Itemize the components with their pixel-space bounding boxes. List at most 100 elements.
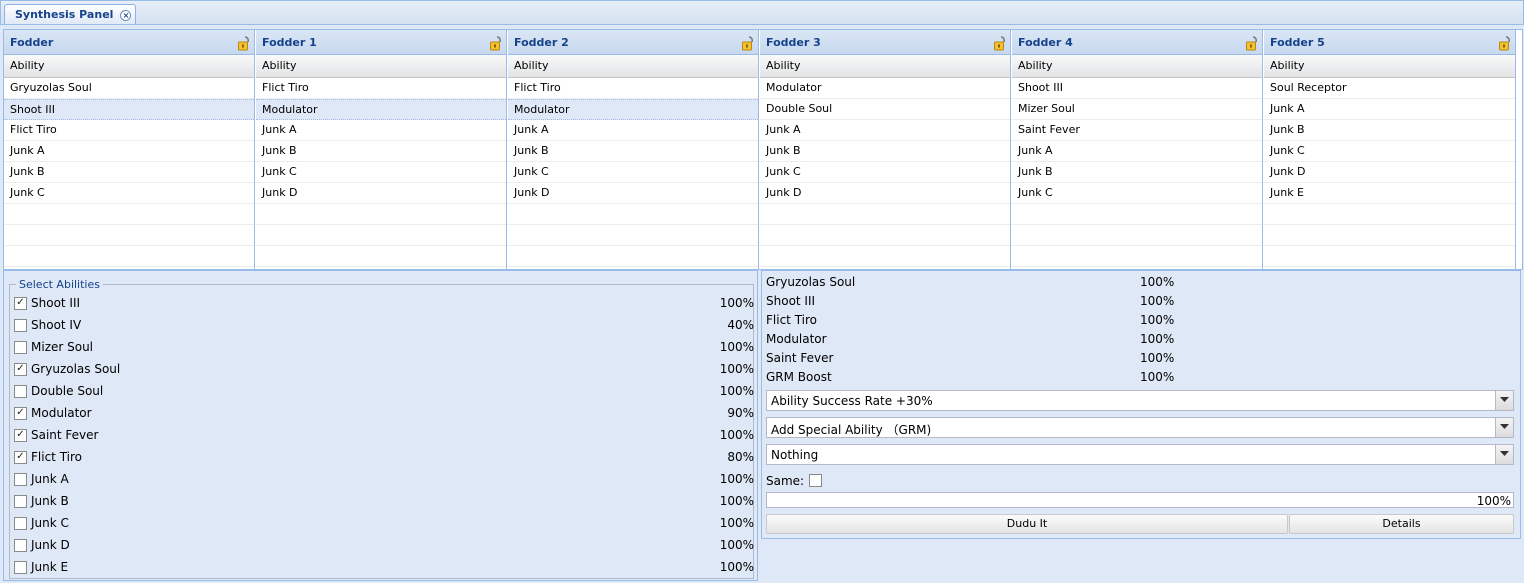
grid-title: Fodder 3 — [760, 30, 1010, 55]
grid-row[interactable]: Junk C — [256, 162, 506, 183]
dudu-it-button[interactable]: Dudu It — [766, 514, 1288, 534]
ability-option[interactable]: Junk E 100% — [14, 558, 754, 578]
grid-row-empty — [4, 225, 254, 246]
ability-checkbox[interactable]: ✓ — [14, 297, 27, 310]
grid-row[interactable]: Junk C — [1012, 183, 1262, 204]
details-button[interactable]: Details — [1289, 514, 1514, 534]
ability-percent: 100% — [719, 362, 754, 376]
grid-row[interactable]: Junk A — [760, 120, 1010, 141]
lock-icon[interactable] — [742, 35, 754, 51]
grid-row[interactable]: Mizer Soul — [1012, 99, 1262, 120]
lock-icon[interactable] — [1246, 35, 1258, 51]
grid-row[interactable]: Junk B — [1264, 120, 1515, 141]
ability-option[interactable]: ✓ Flict Tiro 80% — [14, 448, 754, 468]
grid-row[interactable]: Saint Fever — [1012, 120, 1262, 141]
ability-option[interactable]: ✓ Shoot III 100% — [14, 294, 754, 314]
special-ability-combo[interactable]: Add Special Ability （GRM) — [766, 417, 1514, 438]
ability-checkbox[interactable]: ✓ — [14, 407, 27, 420]
ability-checkbox[interactable] — [14, 561, 27, 574]
grid-title: Fodder 1 — [256, 30, 506, 55]
grid-row[interactable]: Junk A — [1264, 99, 1515, 120]
grid-row[interactable]: Shoot III — [1012, 78, 1262, 99]
grid-row[interactable]: Junk D — [256, 183, 506, 204]
ability-checkbox[interactable]: ✓ — [14, 363, 27, 376]
ability-option[interactable]: ✓ Saint Fever 100% — [14, 426, 754, 446]
fodder-grids: Fodder Ability Gryuzolas Soul Shoot III Flic… — [3, 29, 1523, 270]
grid-row[interactable]: Junk A — [508, 120, 758, 141]
ability-checkbox[interactable] — [14, 539, 27, 552]
grid-row[interactable]: Junk A — [4, 141, 254, 162]
grid-row[interactable]: Junk C — [508, 162, 758, 183]
grid-row[interactable]: Junk A — [1012, 141, 1262, 162]
close-icon[interactable]: × — [120, 10, 132, 21]
column-header-ability[interactable]: Ability — [1012, 55, 1262, 78]
ability-option[interactable]: Junk C 100% — [14, 514, 754, 534]
grid-row[interactable]: Shoot III — [4, 99, 254, 120]
grid-row[interactable]: Junk D — [1264, 162, 1515, 183]
grid-row[interactable]: Flict Tiro — [4, 120, 254, 141]
ability-checkbox[interactable] — [14, 319, 27, 332]
grid-row[interactable]: Flict Tiro — [256, 78, 506, 99]
ability-option[interactable]: Shoot IV 40% — [14, 316, 754, 336]
grid-title-text: Fodder 5 — [1270, 36, 1325, 49]
ability-option[interactable]: Junk D 100% — [14, 536, 754, 556]
grid-row[interactable]: Soul Receptor — [1264, 78, 1515, 99]
grid-row[interactable]: Junk B — [1012, 162, 1262, 183]
ability-label: Shoot IV — [31, 318, 82, 332]
grid-row[interactable]: Junk A — [256, 120, 506, 141]
grid-row[interactable]: Modulator — [508, 99, 758, 120]
grid-row[interactable]: Junk B — [256, 141, 506, 162]
third-option-combo[interactable]: Nothing — [766, 444, 1514, 465]
lock-icon[interactable] — [490, 35, 502, 51]
column-header-ability[interactable]: Ability — [256, 55, 506, 78]
ability-option[interactable]: Double Soul 100% — [14, 382, 754, 402]
grid-row-empty — [1012, 246, 1262, 267]
lock-icon[interactable] — [238, 35, 250, 51]
lock-icon[interactable] — [1499, 35, 1511, 51]
grid-row[interactable]: Junk B — [760, 141, 1010, 162]
ability-checkbox[interactable] — [14, 517, 27, 530]
column-header-ability[interactable]: Ability — [760, 55, 1010, 78]
grid-row[interactable]: Junk C — [4, 183, 254, 204]
ability-option[interactable]: ✓ Modulator 90% — [14, 404, 754, 424]
ability-option[interactable]: Mizer Soul 100% — [14, 338, 754, 358]
grid-row[interactable]: Junk C — [1264, 141, 1515, 162]
ability-checkbox[interactable] — [14, 341, 27, 354]
chevron-down-icon[interactable] — [1495, 418, 1513, 437]
grid-row-empty — [256, 225, 506, 246]
grid-row[interactable]: Gryuzolas Soul — [4, 78, 254, 99]
ability-checkbox[interactable]: ✓ — [14, 429, 27, 442]
ability-checkbox[interactable]: ✓ — [14, 451, 27, 464]
ability-option[interactable]: ✓ Gryuzolas Soul 100% — [14, 360, 754, 380]
grid-row[interactable]: Junk D — [760, 183, 1010, 204]
grid-row[interactable]: Junk B — [508, 141, 758, 162]
same-checkbox[interactable] — [809, 474, 822, 487]
tab-synthesis-panel[interactable]: Synthesis Panel × — [4, 4, 137, 25]
result-name: GRM Boost — [766, 370, 832, 384]
column-header-ability[interactable]: Ability — [4, 55, 254, 78]
grid-row[interactable]: Modulator — [760, 78, 1010, 99]
ability-checkbox[interactable] — [14, 385, 27, 398]
grid-title: Fodder — [4, 30, 254, 55]
grid-row-empty — [256, 246, 506, 267]
success-rate-combo[interactable]: Ability Success Rate +30% — [766, 390, 1514, 411]
grid-title: Fodder 4 — [1012, 30, 1262, 55]
lock-icon[interactable] — [994, 35, 1006, 51]
column-header-ability[interactable]: Ability — [508, 55, 758, 78]
chevron-down-icon[interactable] — [1495, 391, 1513, 410]
grid-row[interactable]: Modulator — [256, 99, 506, 120]
grid-row[interactable]: Flict Tiro — [508, 78, 758, 99]
grid-title: Fodder 2 — [508, 30, 758, 55]
ability-option[interactable]: Junk B 100% — [14, 492, 754, 512]
grid-row[interactable]: Junk E — [1264, 183, 1515, 204]
chevron-down-icon[interactable] — [1495, 445, 1513, 464]
column-header-ability[interactable]: Ability — [1264, 55, 1515, 78]
result-name: Flict Tiro — [766, 313, 817, 327]
ability-option[interactable]: Junk A 100% — [14, 470, 754, 490]
grid-row[interactable]: Junk B — [4, 162, 254, 183]
grid-row[interactable]: Junk D — [508, 183, 758, 204]
ability-checkbox[interactable] — [14, 473, 27, 486]
grid-row[interactable]: Double Soul — [760, 99, 1010, 120]
ability-checkbox[interactable] — [14, 495, 27, 508]
grid-row[interactable]: Junk C — [760, 162, 1010, 183]
